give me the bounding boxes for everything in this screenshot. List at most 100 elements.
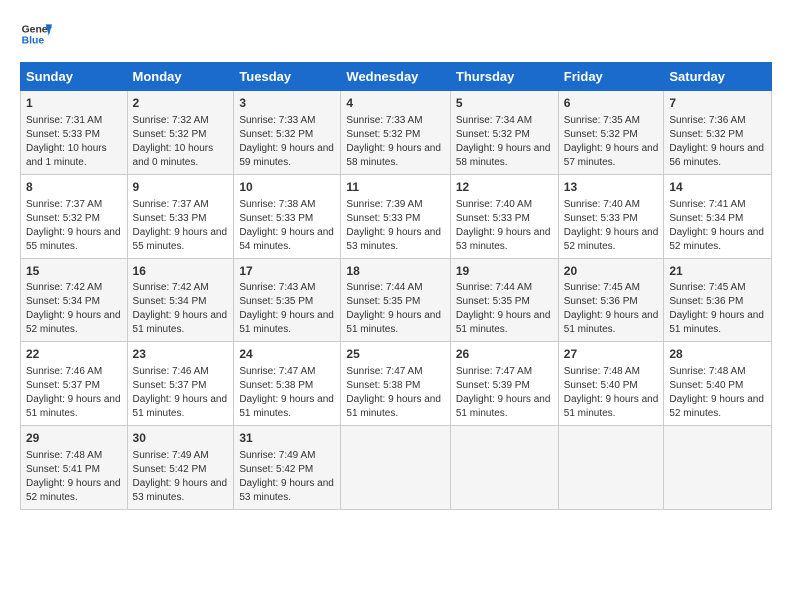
sunrise: Sunrise: 7:43 AM (239, 282, 315, 293)
calendar-cell: 23Sunrise: 7:46 AMSunset: 5:37 PMDayligh… (127, 342, 234, 426)
sunset: Sunset: 5:35 PM (346, 296, 420, 307)
sunset: Sunset: 5:42 PM (133, 464, 207, 475)
sunrise: Sunrise: 7:37 AM (133, 199, 209, 210)
day-number: 25 (346, 346, 444, 363)
sunset: Sunset: 5:32 PM (239, 129, 313, 140)
sunrise: Sunrise: 7:44 AM (456, 282, 532, 293)
daylight: Daylight: 9 hours and 51 minutes. (564, 310, 659, 335)
day-number: 16 (133, 263, 229, 280)
calendar-cell: 29Sunrise: 7:48 AMSunset: 5:41 PMDayligh… (21, 426, 128, 510)
daylight: Daylight: 9 hours and 52 minutes. (26, 478, 121, 503)
sunrise: Sunrise: 7:49 AM (133, 450, 209, 461)
daylight: Daylight: 9 hours and 51 minutes. (26, 394, 121, 419)
day-number: 10 (239, 179, 335, 196)
sunrise: Sunrise: 7:45 AM (564, 282, 640, 293)
page: General Blue SundayMondayTuesdayWednesda… (0, 0, 792, 520)
daylight: Daylight: 9 hours and 55 minutes. (26, 227, 121, 252)
daylight: Daylight: 9 hours and 51 minutes. (456, 394, 551, 419)
daylight: Daylight: 9 hours and 53 minutes. (239, 478, 334, 503)
sunset: Sunset: 5:33 PM (346, 213, 420, 224)
sunrise: Sunrise: 7:35 AM (564, 115, 640, 126)
day-number: 4 (346, 95, 444, 112)
sunrise: Sunrise: 7:45 AM (669, 282, 745, 293)
daylight: Daylight: 10 hours and 0 minutes. (133, 143, 214, 168)
calendar-cell: 25Sunrise: 7:47 AMSunset: 5:38 PMDayligh… (341, 342, 450, 426)
day-number: 7 (669, 95, 766, 112)
sunrise: Sunrise: 7:32 AM (133, 115, 209, 126)
calendar-cell: 14Sunrise: 7:41 AMSunset: 5:34 PMDayligh… (664, 174, 772, 258)
daylight: Daylight: 9 hours and 52 minutes. (669, 394, 764, 419)
calendar-cell: 1Sunrise: 7:31 AMSunset: 5:33 PMDaylight… (21, 91, 128, 175)
calendar-cell: 3Sunrise: 7:33 AMSunset: 5:32 PMDaylight… (234, 91, 341, 175)
daylight: Daylight: 9 hours and 51 minutes. (346, 310, 441, 335)
sunset: Sunset: 5:33 PM (564, 213, 638, 224)
sunrise: Sunrise: 7:37 AM (26, 199, 102, 210)
sunset: Sunset: 5:33 PM (456, 213, 530, 224)
calendar-cell: 7Sunrise: 7:36 AMSunset: 5:32 PMDaylight… (664, 91, 772, 175)
daylight: Daylight: 9 hours and 51 minutes. (133, 394, 228, 419)
svg-text:Blue: Blue (22, 36, 45, 47)
day-number: 8 (26, 179, 122, 196)
sunset: Sunset: 5:32 PM (456, 129, 530, 140)
daylight: Daylight: 9 hours and 53 minutes. (456, 227, 551, 252)
calendar-week-4: 22Sunrise: 7:46 AMSunset: 5:37 PMDayligh… (21, 342, 772, 426)
daylight: Daylight: 9 hours and 56 minutes. (669, 143, 764, 168)
calendar-cell: 27Sunrise: 7:48 AMSunset: 5:40 PMDayligh… (558, 342, 664, 426)
calendar-cell (450, 426, 558, 510)
daylight: Daylight: 9 hours and 51 minutes. (239, 394, 334, 419)
sunset: Sunset: 5:38 PM (239, 380, 313, 391)
day-number: 9 (133, 179, 229, 196)
sunset: Sunset: 5:40 PM (669, 380, 743, 391)
day-number: 5 (456, 95, 553, 112)
sunset: Sunset: 5:40 PM (564, 380, 638, 391)
calendar-cell (558, 426, 664, 510)
calendar-cell: 10Sunrise: 7:38 AMSunset: 5:33 PMDayligh… (234, 174, 341, 258)
sunrise: Sunrise: 7:33 AM (346, 115, 422, 126)
calendar-cell: 8Sunrise: 7:37 AMSunset: 5:32 PMDaylight… (21, 174, 128, 258)
sunrise: Sunrise: 7:48 AM (564, 366, 640, 377)
calendar-cell: 24Sunrise: 7:47 AMSunset: 5:38 PMDayligh… (234, 342, 341, 426)
daylight: Daylight: 9 hours and 51 minutes. (346, 394, 441, 419)
sunrise: Sunrise: 7:42 AM (26, 282, 102, 293)
daylight: Daylight: 9 hours and 55 minutes. (133, 227, 228, 252)
calendar-cell: 15Sunrise: 7:42 AMSunset: 5:34 PMDayligh… (21, 258, 128, 342)
sunset: Sunset: 5:41 PM (26, 464, 100, 475)
sunset: Sunset: 5:32 PM (346, 129, 420, 140)
sunrise: Sunrise: 7:46 AM (133, 366, 209, 377)
sunset: Sunset: 5:35 PM (239, 296, 313, 307)
day-number: 23 (133, 346, 229, 363)
calendar-cell: 12Sunrise: 7:40 AMSunset: 5:33 PMDayligh… (450, 174, 558, 258)
sunrise: Sunrise: 7:40 AM (564, 199, 640, 210)
sunset: Sunset: 5:32 PM (669, 129, 743, 140)
calendar-cell: 4 Sunrise: 7:33 AM Sunset: 5:32 PM Daylight… (341, 91, 450, 175)
daylight: Daylight: 9 hours and 53 minutes. (346, 227, 441, 252)
sunrise: Sunrise: 7:34 AM (456, 115, 532, 126)
sunrise: Sunrise: 7:41 AM (669, 199, 745, 210)
calendar-cell: 21Sunrise: 7:45 AMSunset: 5:36 PMDayligh… (664, 258, 772, 342)
day-number: 13 (564, 179, 659, 196)
day-number: 14 (669, 179, 766, 196)
sunset: Sunset: 5:39 PM (456, 380, 530, 391)
sunrise: Sunrise: 7:42 AM (133, 282, 209, 293)
sunset: Sunset: 5:34 PM (26, 296, 100, 307)
sunset: Sunset: 5:34 PM (133, 296, 207, 307)
sunrise: Sunrise: 7:48 AM (26, 450, 102, 461)
calendar-week-5: 29Sunrise: 7:48 AMSunset: 5:41 PMDayligh… (21, 426, 772, 510)
day-number: 19 (456, 263, 553, 280)
sunset: Sunset: 5:38 PM (346, 380, 420, 391)
daylight: Daylight: 9 hours and 58 minutes. (346, 143, 441, 168)
day-number: 3 (239, 95, 335, 112)
logo-icon: General Blue (20, 18, 52, 50)
sunset: Sunset: 5:32 PM (133, 129, 207, 140)
daylight: Daylight: 10 hours and 1 minute. (26, 143, 107, 168)
sunrise: Sunrise: 7:38 AM (239, 199, 315, 210)
sunrise: Sunrise: 7:44 AM (346, 282, 422, 293)
day-number: 24 (239, 346, 335, 363)
calendar-cell: 2Sunrise: 7:32 AMSunset: 5:32 PMDaylight… (127, 91, 234, 175)
calendar-week-3: 15Sunrise: 7:42 AMSunset: 5:34 PMDayligh… (21, 258, 772, 342)
calendar-cell: 20Sunrise: 7:45 AMSunset: 5:36 PMDayligh… (558, 258, 664, 342)
sunrise: Sunrise: 7:49 AM (239, 450, 315, 461)
day-header-thursday: Thursday (450, 63, 558, 91)
day-number: 21 (669, 263, 766, 280)
daylight: Daylight: 9 hours and 57 minutes. (564, 143, 659, 168)
